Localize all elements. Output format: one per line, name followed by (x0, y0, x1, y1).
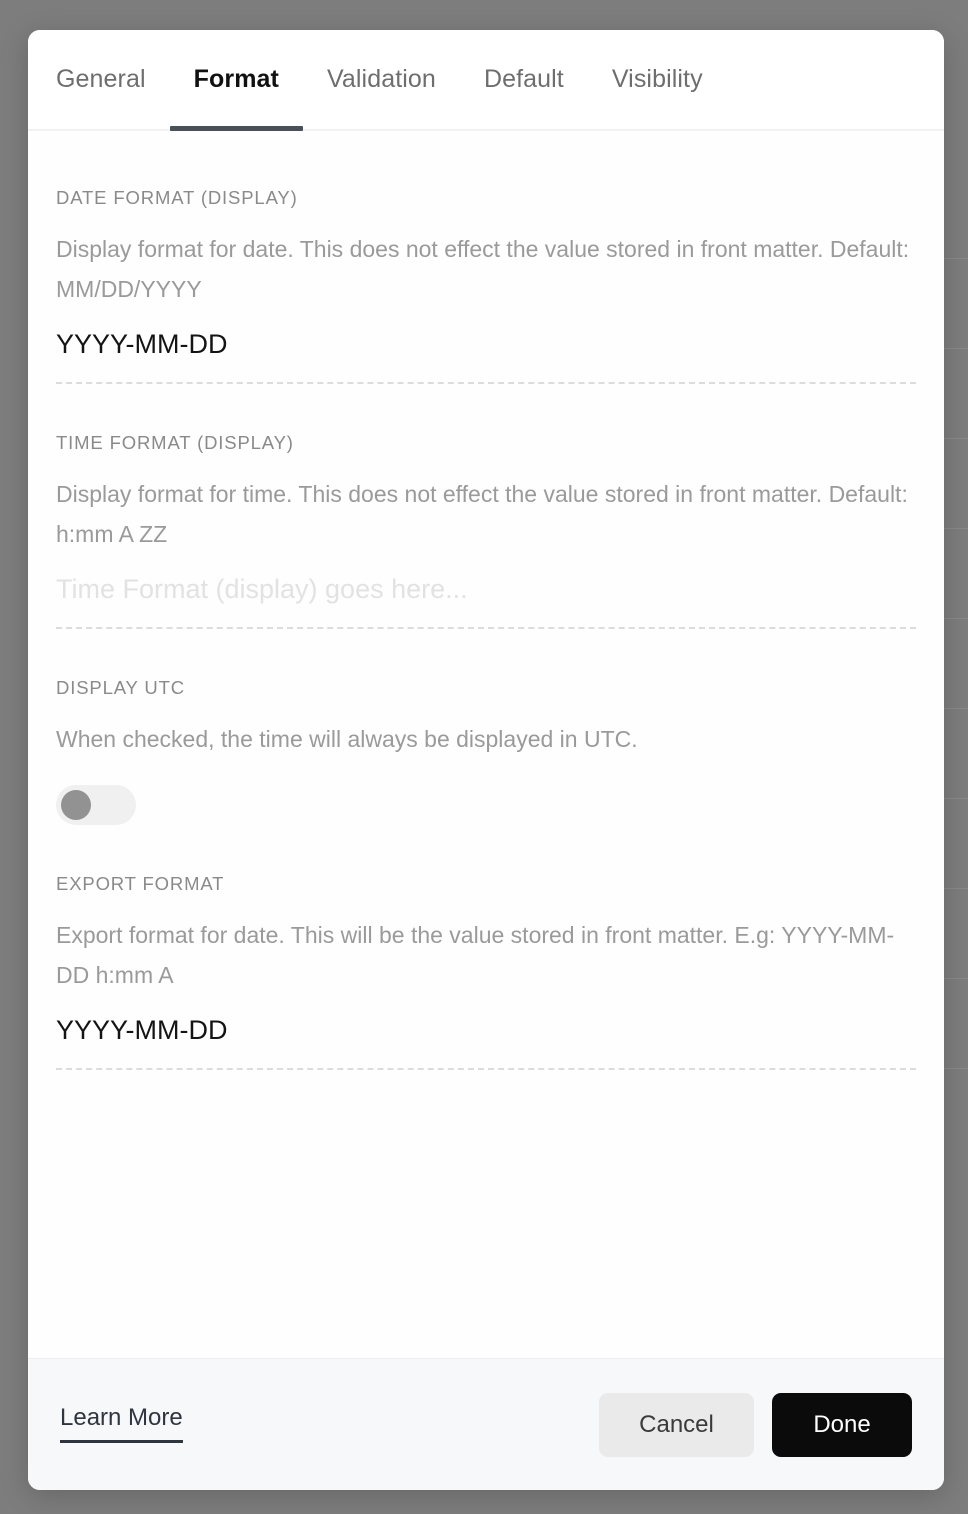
backdrop-rule (944, 1068, 968, 1069)
tab-default[interactable]: Default (460, 30, 588, 129)
cancel-button[interactable]: Cancel (599, 1392, 754, 1457)
export-format-description: Export format for date. This will be the… (56, 922, 895, 988)
backdrop-rule (944, 888, 968, 889)
dialog-footer: Learn More Cancel Done (28, 1358, 944, 1490)
tab-visibility[interactable]: Visibility (588, 30, 727, 129)
field-date-format: DATE FORMAT (DISPLAY) Display format for… (56, 187, 916, 384)
field-time-format: TIME FORMAT (DISPLAY) Display format for… (56, 432, 916, 629)
display-utc-toggle[interactable] (56, 785, 136, 825)
tab-format[interactable]: Format (169, 30, 304, 131)
tab-validation[interactable]: Validation (303, 30, 460, 129)
field-settings-dialog: General Format Validation Default Visibi… (28, 30, 944, 1490)
footer-button-group: Cancel Done (599, 1392, 912, 1457)
display-utc-description: When checked, the time will always be di… (56, 726, 638, 752)
backdrop-rule (944, 438, 968, 439)
time-format-label: TIME FORMAT (DISPLAY) (56, 432, 294, 453)
backdrop-rule (944, 798, 968, 799)
export-format-input[interactable] (56, 1011, 916, 1070)
export-format-label: EXPORT FORMAT (56, 873, 225, 894)
learn-more-link[interactable]: Learn More (60, 1406, 183, 1443)
field-display-utc: DISPLAY UTC When checked, the time will … (56, 677, 916, 825)
backdrop-rule (944, 348, 968, 349)
date-format-label: DATE FORMAT (DISPLAY) (56, 187, 298, 208)
backdrop-rule (944, 978, 968, 979)
date-format-description: Display format for date. This does not e… (56, 236, 910, 302)
done-button[interactable]: Done (772, 1392, 912, 1457)
backdrop-rule (944, 708, 968, 709)
backdrop-rule (944, 258, 968, 259)
field-export-format: EXPORT FORMAT Export format for date. Th… (56, 873, 916, 1070)
dialog-tab-bar: General Format Validation Default Visibi… (28, 30, 944, 131)
time-format-description: Display format for time. This does not e… (56, 481, 908, 547)
backdrop-rule (944, 618, 968, 619)
backdrop-rule (944, 528, 968, 529)
tab-general[interactable]: General (56, 30, 170, 129)
time-format-input[interactable] (56, 570, 916, 629)
display-utc-label: DISPLAY UTC (56, 677, 185, 698)
toggle-knob (61, 790, 91, 820)
date-format-input[interactable] (56, 325, 916, 384)
dialog-body: DATE FORMAT (DISPLAY) Display format for… (28, 131, 944, 1358)
